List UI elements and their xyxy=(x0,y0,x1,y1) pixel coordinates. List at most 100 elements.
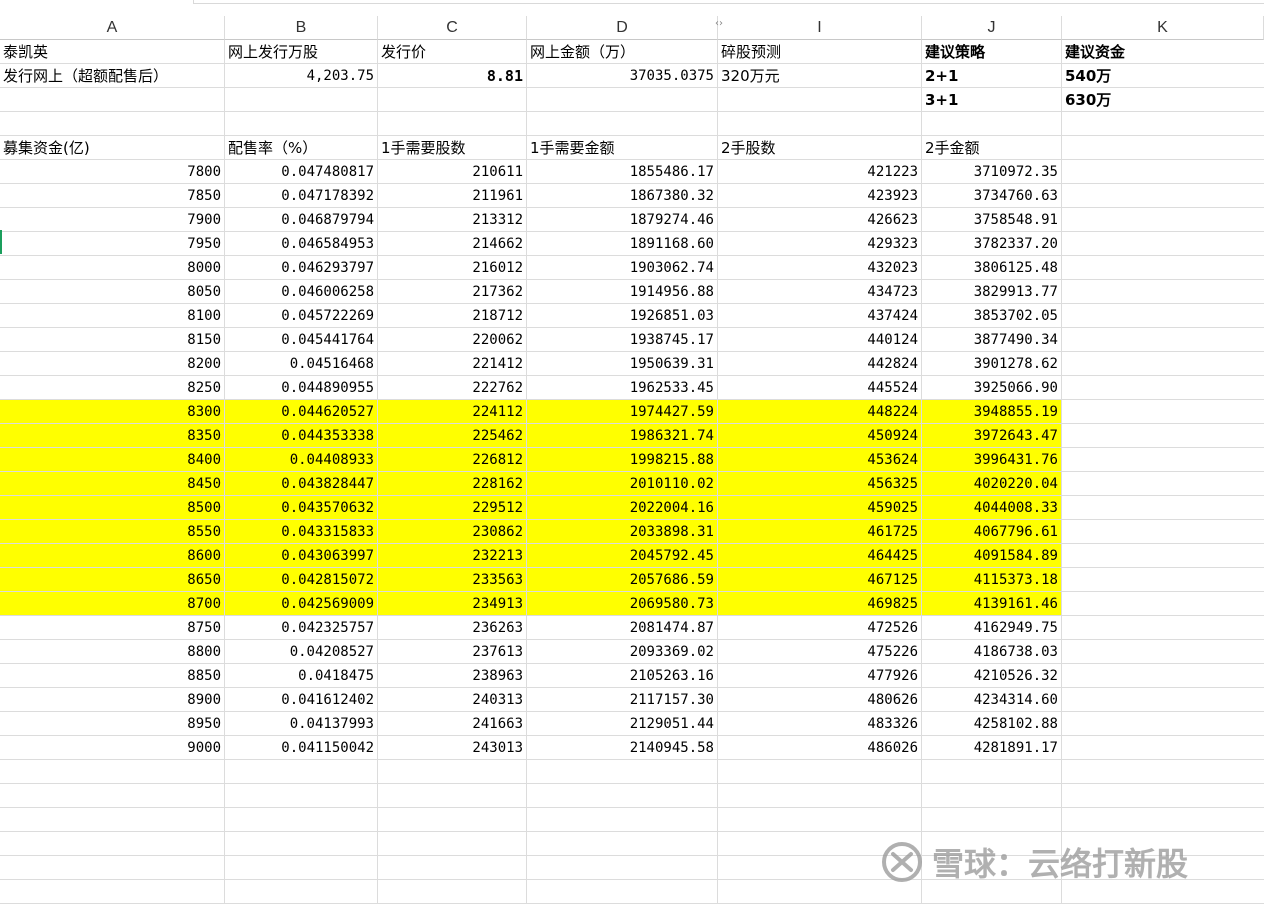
table-cell[interactable]: 445524 xyxy=(718,376,922,400)
table-cell[interactable] xyxy=(1062,592,1264,616)
table-cell[interactable] xyxy=(1062,352,1264,376)
cell[interactable] xyxy=(378,760,527,784)
table-cell[interactable]: 8150 xyxy=(0,328,225,352)
table-cell[interactable]: 1855486.17 xyxy=(527,160,718,184)
table-cell[interactable]: 3925066.90 xyxy=(922,376,1062,400)
cell[interactable] xyxy=(0,88,225,112)
cell[interactable]: 泰凯英 xyxy=(0,40,225,64)
table-cell[interactable] xyxy=(1062,184,1264,208)
table-cell[interactable]: 0.044890955 xyxy=(225,376,378,400)
table-cell[interactable]: 222762 xyxy=(378,376,527,400)
cell[interactable] xyxy=(527,112,718,136)
cell[interactable]: 540万 xyxy=(1062,64,1264,88)
cell[interactable] xyxy=(527,856,718,880)
table-cell[interactable]: 0.0418475 xyxy=(225,664,378,688)
table-cell[interactable]: 426623 xyxy=(718,208,922,232)
table-cell[interactable]: 1903062.74 xyxy=(527,256,718,280)
table-cell[interactable] xyxy=(1062,712,1264,736)
cell[interactable] xyxy=(0,856,225,880)
table-cell[interactable] xyxy=(1062,496,1264,520)
table-cell[interactable]: 456325 xyxy=(718,472,922,496)
table-cell[interactable]: 2057686.59 xyxy=(527,568,718,592)
table-cell[interactable]: 7800 xyxy=(0,160,225,184)
table-cell[interactable]: 0.045722269 xyxy=(225,304,378,328)
table-cell[interactable]: 8700 xyxy=(0,592,225,616)
table-cell[interactable]: 3996431.76 xyxy=(922,448,1062,472)
table-cell[interactable]: 4210526.32 xyxy=(922,664,1062,688)
table-cell[interactable] xyxy=(1062,472,1264,496)
table-cell[interactable]: 0.04516468 xyxy=(225,352,378,376)
table-cell[interactable] xyxy=(1062,688,1264,712)
table-cell[interactable]: 0.047480817 xyxy=(225,160,378,184)
cell[interactable] xyxy=(527,832,718,856)
table-cell[interactable]: 0.04408933 xyxy=(225,448,378,472)
table-cell[interactable] xyxy=(1062,424,1264,448)
table-cell[interactable]: 228162 xyxy=(378,472,527,496)
table-cell[interactable]: 3948855.19 xyxy=(922,400,1062,424)
table-cell[interactable]: 8650 xyxy=(0,568,225,592)
table-cell[interactable]: 4258102.88 xyxy=(922,712,1062,736)
table-cell[interactable]: 469825 xyxy=(718,592,922,616)
cell[interactable] xyxy=(0,784,225,808)
cell[interactable]: 320万元 xyxy=(718,64,922,88)
cell[interactable]: 2手股数 xyxy=(718,136,922,160)
table-cell[interactable]: 3758548.91 xyxy=(922,208,1062,232)
table-cell[interactable] xyxy=(1062,208,1264,232)
table-cell[interactable]: 8300 xyxy=(0,400,225,424)
table-cell[interactable]: 236263 xyxy=(378,616,527,640)
cell[interactable]: 4,203.75 xyxy=(225,64,378,88)
table-cell[interactable]: 2140945.58 xyxy=(527,736,718,760)
cell[interactable] xyxy=(0,760,225,784)
table-cell[interactable]: 0.046293797 xyxy=(225,256,378,280)
table-cell[interactable]: 1914956.88 xyxy=(527,280,718,304)
table-cell[interactable]: 8200 xyxy=(0,352,225,376)
cell[interactable] xyxy=(225,112,378,136)
table-cell[interactable]: 8450 xyxy=(0,472,225,496)
table-cell[interactable]: 0.04208527 xyxy=(225,640,378,664)
cell[interactable] xyxy=(1062,784,1264,808)
table-cell[interactable]: 9000 xyxy=(0,736,225,760)
table-cell[interactable]: 477926 xyxy=(718,664,922,688)
table-cell[interactable]: 225462 xyxy=(378,424,527,448)
cell[interactable]: 网上发行万股 xyxy=(225,40,378,64)
table-cell[interactable]: 0.046584953 xyxy=(225,232,378,256)
table-cell[interactable]: 2033898.31 xyxy=(527,520,718,544)
table-cell[interactable]: 2045792.45 xyxy=(527,544,718,568)
table-cell[interactable] xyxy=(1062,280,1264,304)
table-cell[interactable] xyxy=(1062,400,1264,424)
cell[interactable] xyxy=(718,112,922,136)
table-cell[interactable] xyxy=(1062,328,1264,352)
cell[interactable]: 3+1 xyxy=(922,88,1062,112)
table-cell[interactable]: 232213 xyxy=(378,544,527,568)
cell[interactable] xyxy=(527,760,718,784)
table-cell[interactable]: 442824 xyxy=(718,352,922,376)
cell[interactable] xyxy=(527,784,718,808)
table-cell[interactable]: 226812 xyxy=(378,448,527,472)
table-cell[interactable]: 450924 xyxy=(718,424,922,448)
table-cell[interactable]: 2129051.44 xyxy=(527,712,718,736)
cell[interactable] xyxy=(718,784,922,808)
column-header-c[interactable]: C xyxy=(378,16,527,40)
table-cell[interactable]: 1998215.88 xyxy=(527,448,718,472)
table-cell[interactable]: 241663 xyxy=(378,712,527,736)
cell[interactable] xyxy=(378,808,527,832)
table-cell[interactable]: 0.04137993 xyxy=(225,712,378,736)
table-cell[interactable]: 0.043570632 xyxy=(225,496,378,520)
table-cell[interactable]: 2105263.16 xyxy=(527,664,718,688)
table-cell[interactable]: 210611 xyxy=(378,160,527,184)
table-cell[interactable]: 440124 xyxy=(718,328,922,352)
cell[interactable]: 37035.0375 xyxy=(527,64,718,88)
table-cell[interactable]: 0.043828447 xyxy=(225,472,378,496)
table-cell[interactable]: 7900 xyxy=(0,208,225,232)
table-cell[interactable]: 0.044353338 xyxy=(225,424,378,448)
table-cell[interactable]: 434723 xyxy=(718,280,922,304)
table-cell[interactable]: 2081474.87 xyxy=(527,616,718,640)
table-cell[interactable]: 8100 xyxy=(0,304,225,328)
table-cell[interactable]: 0.046006258 xyxy=(225,280,378,304)
table-cell[interactable]: 7950 xyxy=(0,232,225,256)
table-cell[interactable]: 220062 xyxy=(378,328,527,352)
table-cell[interactable]: 221412 xyxy=(378,352,527,376)
cell[interactable] xyxy=(0,808,225,832)
table-cell[interactable]: 461725 xyxy=(718,520,922,544)
column-header-a[interactable]: A xyxy=(0,16,225,40)
